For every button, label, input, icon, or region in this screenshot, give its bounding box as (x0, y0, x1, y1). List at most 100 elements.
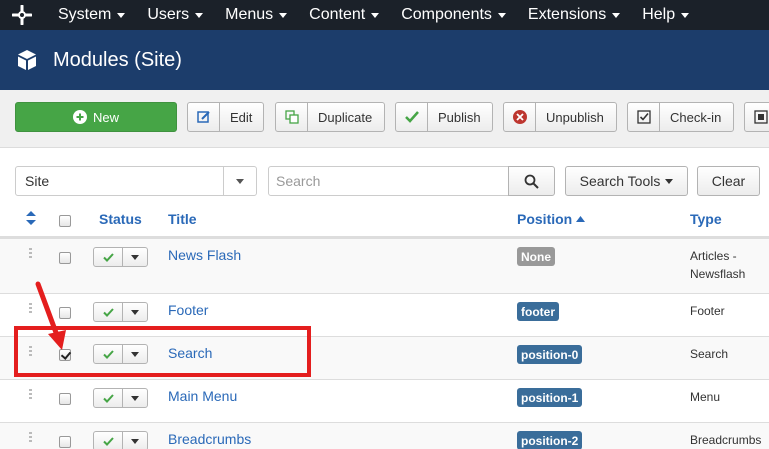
search-button[interactable] (508, 166, 555, 196)
check-all-checkbox[interactable] (59, 215, 71, 227)
drag-handle-icon[interactable] (29, 432, 32, 443)
status-toggle[interactable] (93, 302, 148, 322)
module-title-link[interactable]: Breadcrumbs (168, 431, 251, 447)
duplicate-button[interactable]: Duplicate (275, 102, 385, 132)
caret-down-icon (665, 178, 674, 184)
edit-label: Edit (230, 109, 253, 125)
clear-button[interactable]: Clear (697, 166, 760, 196)
edit-icon (188, 103, 220, 131)
unpublish-button[interactable]: Unpublish (503, 102, 617, 132)
caret-down-icon (371, 13, 380, 18)
new-button[interactable]: New (15, 102, 177, 132)
menu-label: Users (147, 6, 190, 23)
more-toolbar-button[interactable] (744, 102, 769, 132)
checkin-label: Check-in (670, 109, 722, 125)
menu-label: Components (401, 6, 492, 23)
caret-down-icon (681, 13, 690, 18)
caret-down-icon (131, 254, 139, 260)
menu-system[interactable]: System (44, 0, 133, 30)
table-row: Breadcrumbs position-2 Breadcrumbs (0, 422, 769, 449)
edit-button[interactable]: Edit (187, 102, 264, 132)
caret-down-icon (236, 178, 244, 184)
table-row: Main Menu position-1 Menu (0, 379, 769, 422)
row-checkbox[interactable] (59, 436, 71, 448)
status-dropdown-toggle[interactable] (123, 432, 147, 449)
module-type: Menu (690, 390, 721, 404)
menu-label: Help (642, 6, 676, 23)
menu-content[interactable]: Content (295, 0, 387, 30)
unpublish-label: Unpublish (546, 109, 604, 125)
module-title-link[interactable]: Footer (168, 302, 208, 318)
status-dropdown-toggle[interactable] (123, 303, 147, 321)
page-header: Modules (Site) (0, 30, 769, 90)
search-input[interactable] (268, 166, 509, 196)
module-title-link[interactable]: Main Menu (168, 388, 237, 404)
status-dropdown-toggle[interactable] (123, 248, 147, 266)
module-type: Articles - Newsflash (690, 249, 746, 281)
status-toggle[interactable] (93, 431, 148, 449)
search-tools-label: Search Tools (579, 173, 661, 189)
menu-label: Menus (225, 6, 274, 23)
annotation-arrow-icon (35, 281, 66, 350)
plus-circle-icon (72, 110, 87, 124)
menu-components[interactable]: Components (387, 0, 514, 30)
module-type: Footer (690, 304, 725, 318)
drag-handle-icon[interactable] (29, 248, 32, 259)
duplicate-label: Duplicate (318, 109, 373, 125)
copy-icon (276, 103, 308, 131)
ordering-sort-icon[interactable] (25, 211, 37, 225)
module-type: Search (690, 347, 729, 361)
menu-users[interactable]: Users (133, 0, 211, 30)
new-label: New (92, 109, 119, 125)
search-tools-button[interactable]: Search Tools (565, 166, 688, 196)
menu-label: System (58, 6, 112, 23)
column-status-label: Status (99, 211, 142, 227)
table-row: News Flash None Articles - Newsflash (0, 238, 769, 293)
caret-down-icon (131, 395, 139, 401)
column-position[interactable]: Position (517, 211, 586, 227)
column-type-label: Type (690, 211, 722, 227)
search-icon (524, 174, 539, 189)
row-checkbox[interactable] (59, 393, 71, 405)
page-title: Modules (Site) (53, 48, 182, 71)
checkin-button[interactable]: Check-in (627, 102, 734, 132)
menu-label: Extensions (527, 6, 607, 23)
column-title-label: Title (168, 211, 197, 227)
published-check-icon[interactable] (94, 432, 123, 449)
menu-extensions[interactable]: Extensions (514, 0, 628, 30)
position-badge: position-1 (517, 388, 583, 407)
toolbar: New Edit Duplicate Publish Unpublish Che… (0, 90, 769, 148)
caret-down-icon (195, 13, 204, 18)
check-icon (396, 103, 428, 131)
square-icon (745, 103, 769, 131)
filter-bar: Site Search Tools Clear (0, 164, 769, 196)
published-check-icon[interactable] (94, 389, 123, 407)
position-badge: footer (517, 302, 559, 321)
caret-down-icon (117, 13, 126, 18)
caret-down-icon (131, 309, 139, 315)
sort-asc-icon (576, 216, 586, 222)
publish-button[interactable]: Publish (395, 102, 493, 132)
module-title-link[interactable]: News Flash (168, 247, 241, 263)
clear-label: Clear (711, 173, 746, 189)
client-select[interactable]: Site (15, 166, 257, 196)
menu-help[interactable]: Help (628, 0, 697, 30)
column-position-label: Position (517, 211, 573, 227)
position-badge: position-0 (517, 345, 583, 364)
cube-icon (18, 50, 36, 70)
row-checkbox[interactable] (59, 252, 71, 264)
column-title[interactable]: Title (168, 211, 197, 227)
published-check-icon[interactable] (94, 248, 123, 266)
column-status[interactable]: Status (99, 211, 142, 227)
menu-label: Content (309, 6, 366, 23)
unpublish-icon (504, 103, 536, 131)
position-badge: position-2 (517, 431, 583, 449)
published-check-icon[interactable] (94, 303, 123, 321)
column-type[interactable]: Type (690, 211, 722, 227)
drag-handle-icon[interactable] (29, 389, 32, 400)
status-dropdown-toggle[interactable] (123, 389, 147, 407)
joomla-logo-icon[interactable] (0, 0, 44, 30)
status-toggle[interactable] (93, 247, 148, 267)
status-toggle[interactable] (93, 388, 148, 408)
menu-menus[interactable]: Menus (211, 0, 295, 30)
